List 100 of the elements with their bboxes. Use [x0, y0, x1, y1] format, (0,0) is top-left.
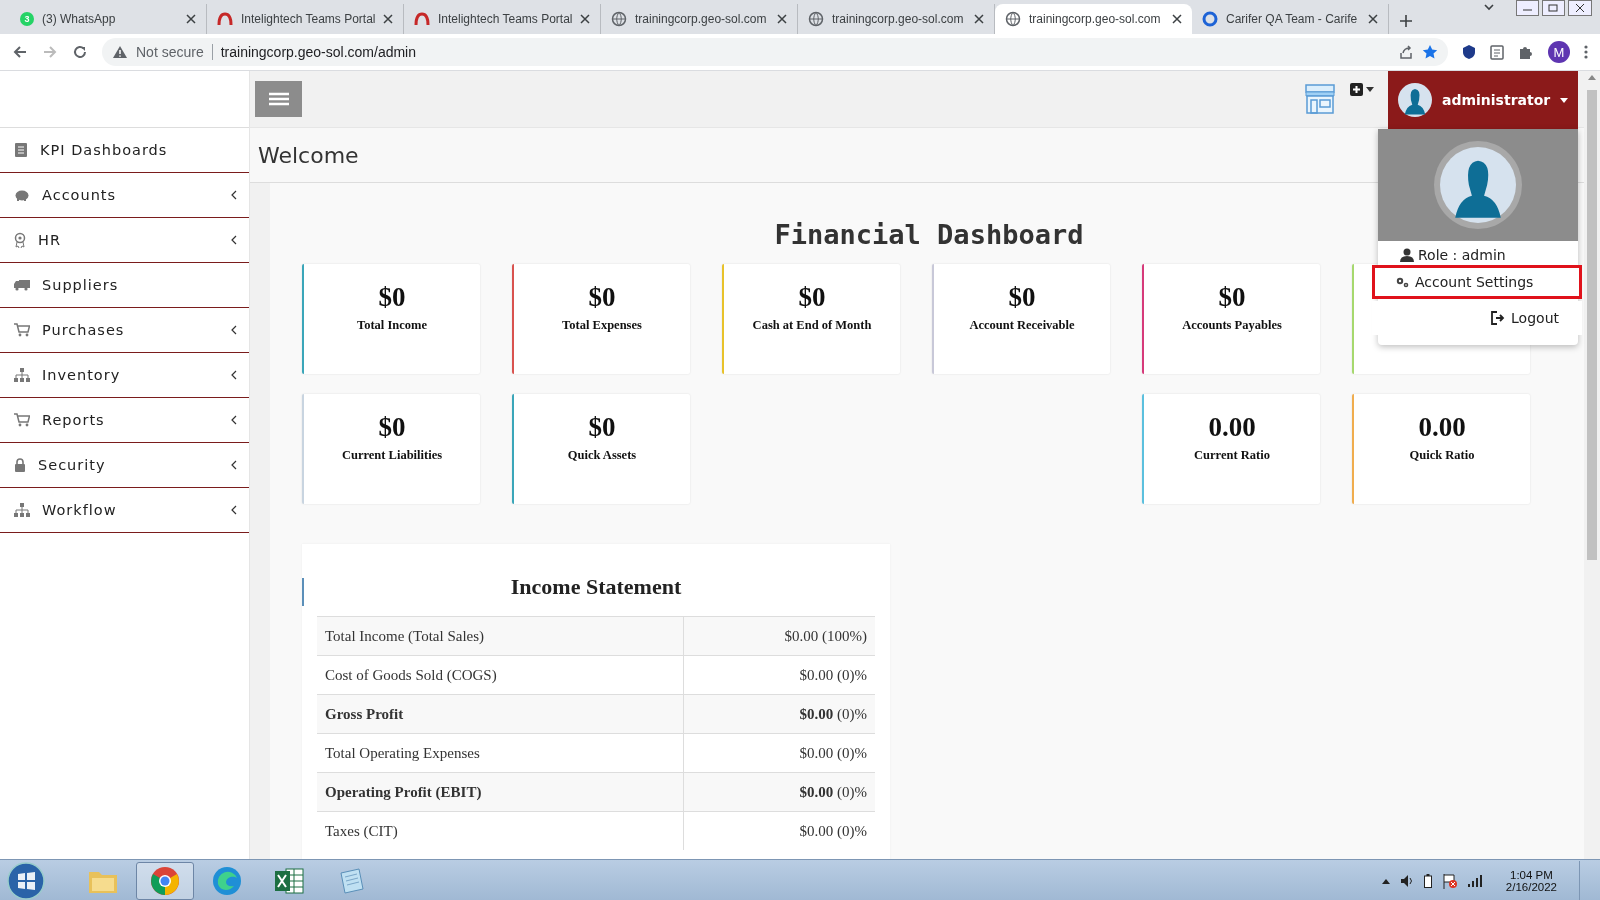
section-title: Income Statement [509, 574, 683, 600]
role-label: Role : admin [1418, 247, 1506, 263]
close-icon[interactable] [974, 14, 984, 24]
chevron-up-icon[interactable] [1381, 878, 1390, 884]
reload-icon[interactable] [72, 44, 88, 60]
menu-button[interactable] [255, 81, 302, 117]
sign-out-icon [1491, 311, 1506, 325]
close-icon[interactable] [580, 14, 590, 24]
sidebar-label: Suppliers [42, 277, 120, 293]
table-cell: Taxes (CIT) [317, 811, 684, 850]
speaker-icon[interactable] [1399, 874, 1414, 888]
metric-value: $0 [378, 282, 406, 312]
metric-value: $0 [378, 412, 406, 442]
sidebar-item[interactable]: Purchases [0, 308, 249, 353]
signal-icon[interactable] [1467, 875, 1484, 887]
address-bar[interactable]: Not secure trainingcorp.geo-sol.com/admin [102, 38, 1448, 66]
metric-value: 0.00 [1208, 412, 1256, 442]
close-icon[interactable] [777, 14, 787, 24]
metric-value: $0 [588, 282, 616, 312]
user-icon [1400, 248, 1414, 262]
sidebar-label: Inventory [42, 367, 122, 383]
clipboard-icon[interactable] [1490, 44, 1504, 60]
metric-value: $0 [1218, 282, 1246, 312]
table-cell: $0.00 (100%) [683, 616, 875, 656]
caret-icon [1366, 87, 1374, 92]
arch-icon [414, 11, 430, 27]
puzzle-icon[interactable] [1518, 44, 1534, 60]
metric-value: $0 [798, 282, 826, 312]
metric-label: Account Receivable [969, 318, 1075, 333]
sidebar-item[interactable]: KPI Dashboards [0, 128, 249, 173]
metric-label: Total Expenses [562, 318, 642, 333]
metric-label: Current Liabilities [341, 448, 443, 463]
menu-item[interactable]: Account Settings [1372, 265, 1582, 299]
close-icon[interactable] [383, 14, 393, 24]
metric-label: Current Ratio [1194, 448, 1270, 463]
back-icon[interactable] [12, 44, 28, 60]
sidebar-label: Reports [42, 412, 106, 428]
sidebar-label: Workflow [42, 502, 118, 518]
scroll-up-icon [1588, 75, 1596, 80]
piggy-bank-icon [14, 189, 30, 201]
sitemap-icon [14, 368, 30, 382]
profile-avatar[interactable]: M [1548, 41, 1570, 63]
award-icon [14, 232, 26, 248]
arch-icon [217, 11, 233, 27]
user-menu-button[interactable]: administrator [1388, 71, 1578, 129]
browser-tab[interactable]: trainingcorp.geo-sol.com [995, 4, 1192, 34]
sidebar-item[interactable]: HR [0, 218, 249, 263]
battery-icon[interactable] [1423, 874, 1432, 888]
sidebar-item[interactable]: Workflow [0, 488, 249, 533]
clock-time: 1:04 PM [1510, 869, 1553, 881]
metric-value: $0 [1008, 282, 1036, 312]
notification-badge: 3 [20, 12, 34, 26]
sidebar-label: KPI Dashboards [40, 142, 169, 158]
sidebar-item[interactable]: Accounts [0, 173, 249, 218]
dashboard-title: Financial Dashboard [773, 219, 1085, 250]
close-icon[interactable] [186, 14, 196, 24]
sitemap-icon [14, 503, 30, 517]
start-orb-icon[interactable] [6, 861, 46, 900]
star-icon[interactable] [1422, 44, 1438, 60]
globe-icon [808, 11, 824, 27]
scrollbar[interactable] [1584, 71, 1600, 859]
avatar-icon [1440, 147, 1516, 223]
table-cell: Gross Profit [317, 694, 684, 734]
window-controls-icon[interactable] [1516, 0, 1592, 16]
security-label: Not secure [136, 44, 204, 60]
browser-icon [150, 866, 180, 896]
cart-icon [14, 413, 30, 427]
sidebar-item[interactable]: Security [0, 443, 249, 488]
more-icon[interactable] [1584, 44, 1588, 60]
flag-icon[interactable] [1441, 873, 1458, 889]
metric-label: Total Income [357, 318, 427, 333]
table-cell: $0.00 (0)% [683, 811, 875, 850]
caret-icon [1560, 97, 1569, 103]
sidebar-label: HR [38, 232, 62, 248]
notebook-icon [14, 142, 28, 158]
sidebar-label: Accounts [42, 187, 118, 203]
globe-icon [1005, 11, 1021, 27]
table-cell: Operating Profit (EBIT) [317, 772, 684, 812]
share-icon[interactable] [1398, 44, 1414, 60]
sidebar-label: Purchases [42, 322, 126, 338]
sidebar-label: Security [38, 457, 107, 473]
taskbar-button[interactable] [136, 862, 194, 900]
plus-square-icon [1350, 83, 1363, 96]
shield-icon[interactable] [1462, 44, 1476, 60]
sidebar-item[interactable]: Inventory [0, 353, 249, 398]
warning-icon [112, 45, 128, 59]
close-icon[interactable] [1368, 14, 1378, 24]
sidebar-item[interactable]: Suppliers [0, 263, 249, 308]
lock-icon [14, 458, 26, 472]
table-cell: Total Income (Total Sales) [317, 616, 684, 656]
new-tab-icon[interactable] [1399, 14, 1413, 28]
notepad-icon [337, 867, 365, 895]
metric-label: Quick Ratio [1409, 448, 1475, 463]
add-menu-button[interactable] [1350, 83, 1374, 96]
circle-icon [1202, 11, 1218, 27]
menu-icon [268, 91, 289, 107]
sidebar-item[interactable]: Reports [0, 398, 249, 443]
close-icon[interactable] [1172, 14, 1182, 24]
avatar-icon [1398, 83, 1432, 117]
table-cell: $0.00 (0)% [683, 694, 875, 734]
